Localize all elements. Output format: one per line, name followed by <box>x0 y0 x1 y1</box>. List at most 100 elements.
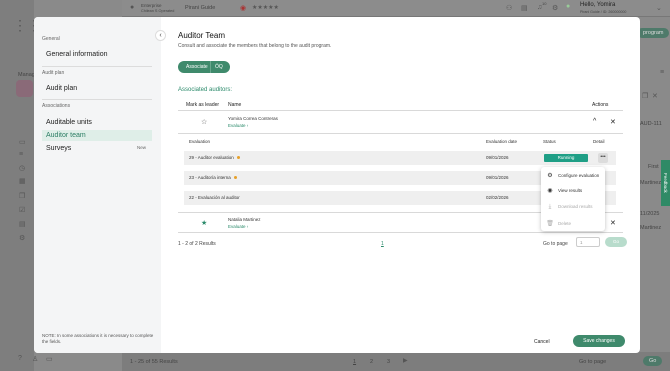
company-logo-icon: ● <box>130 4 135 11</box>
chevron-down-icon[interactable]: ⌄ <box>656 4 662 12</box>
column-evaluation-date: Evaluation date <box>486 139 518 144</box>
sidebar-note: NOTE: In some associations it is necessa… <box>42 333 154 344</box>
menu-icon[interactable]: ≡ <box>660 69 664 76</box>
bg-go-button[interactable]: Go <box>643 356 663 366</box>
page-link[interactable]: 1 <box>381 241 384 247</box>
auditor-name: Natalia Martinez <box>228 217 261 222</box>
guide-selector[interactable]: Pirani Guide <box>185 5 215 11</box>
download-icon: ⤓ <box>548 204 552 210</box>
column-status: Status <box>543 139 556 144</box>
doc-icon[interactable]: ▤ <box>521 4 528 12</box>
column-name: Name <box>228 102 242 108</box>
sidebar-item-auditable-units[interactable]: Auditable units <box>42 117 152 128</box>
rail-clock-icon[interactable]: ◷ <box>19 164 25 172</box>
help-icon[interactable]: ? <box>18 355 22 362</box>
evaluate-link[interactable]: Evaluate › <box>228 123 248 128</box>
rail-check-icon[interactable]: ☑ <box>19 206 25 214</box>
menu-download-results[interactable]: ⤓ Download results <box>546 204 593 211</box>
section-title: Associated auditors: <box>178 87 233 93</box>
rating-stars-icon: ★★★★★ <box>252 5 279 11</box>
program-pill[interactable]: program <box>637 28 670 38</box>
row-actions-menu: ⚙ Configure evaluation ◉ View results ⤓ Dow… <box>541 167 605 231</box>
more-options-icon[interactable]: ••• <box>598 153 608 163</box>
go-button[interactable]: Go <box>605 237 627 247</box>
column-mark-leader: Mark as leader <box>186 102 220 108</box>
section-audit-plan: Audit plan <box>42 70 65 76</box>
menu-delete[interactable]: 🗑 Delete <box>546 220 571 227</box>
evaluation-date: 02/02/2026 <box>486 195 509 200</box>
remove-icon[interactable]: ✕ <box>610 118 616 126</box>
goto-page-input[interactable]: 1 <box>576 237 600 247</box>
menu-view-results[interactable]: ◉ View results <box>546 187 582 194</box>
greeting: Hello, Yomira <box>580 2 616 8</box>
evaluate-link[interactable]: Evaluate › <box>228 224 248 229</box>
status-badge: Running <box>544 154 588 162</box>
user-icon[interactable]: ♙ <box>32 355 38 363</box>
user-avatar-icon[interactable]: ● <box>566 3 570 10</box>
split-divider <box>210 61 211 73</box>
rail-list-icon[interactable]: ≡ <box>19 151 23 158</box>
bg-close-icon[interactable]: ✕ <box>652 92 658 100</box>
column-evaluation: Evaluation <box>189 139 211 144</box>
module-avatar <box>16 80 33 97</box>
bg-goto: Go to page <box>579 359 607 365</box>
leader-star-icon[interactable]: ☆ <box>201 118 207 126</box>
divider <box>42 66 152 67</box>
bg-cell: 11/2025 <box>640 211 660 217</box>
next-page-icon[interactable]: ▶ <box>403 357 408 364</box>
page-subtitle: Consult and associate the members that b… <box>178 43 332 49</box>
save-changes-button[interactable]: Save changes <box>573 335 625 347</box>
settings-icon[interactable]: ⚙ <box>552 4 558 12</box>
rail-copy-icon[interactable]: ❐ <box>19 192 25 200</box>
rail-doc-icon[interactable]: ▤ <box>19 220 26 228</box>
modal-main: Auditor Team Consult and associate the m… <box>161 17 640 353</box>
left-rail <box>0 0 34 371</box>
divider <box>42 99 152 100</box>
card-icon[interactable]: ▭ <box>46 355 53 363</box>
leader-star-filled-icon[interactable]: ★ <box>201 219 207 227</box>
evaluation-row: 29 - Auditor evaluation 09/01/2026 Runni… <box>184 151 616 165</box>
sidebar-item-surveys[interactable]: Surveys New <box>42 143 152 154</box>
bg-page-link[interactable]: 2 <box>370 359 373 365</box>
user-sub: Pirani Guide / ID: 260000000 <box>580 10 627 14</box>
record-icon: ◉ <box>240 5 247 12</box>
notification-badge: 10 <box>542 1 547 6</box>
row-divider <box>178 232 623 233</box>
evaluation-date: 09/01/2026 <box>486 155 509 160</box>
evaluation-date: 09/01/2026 <box>486 175 509 180</box>
associate-dropdown-toggle[interactable]: ÓQ <box>215 61 223 73</box>
sidebar-item-auditor-team[interactable]: Auditor team <box>42 130 152 141</box>
company-name: Enterprise <box>141 3 162 8</box>
menu-configure-evaluation[interactable]: ⚙ Configure evaluation <box>546 172 599 179</box>
bg-page-link[interactable]: 3 <box>387 359 390 365</box>
bg-copy-icon[interactable]: ❐ <box>642 92 648 100</box>
sidebar-item-label: Surveys <box>46 145 72 152</box>
sidebar-item-audit-plan[interactable]: Audit plan <box>42 83 152 94</box>
bg-cell: Martinez <box>640 180 662 186</box>
rail-gear-icon[interactable]: ⚙ <box>19 234 25 242</box>
auditor-team-modal: General General information Audit plan A… <box>34 17 640 353</box>
remove-icon[interactable]: ✕ <box>610 219 616 227</box>
header-divider <box>178 110 623 111</box>
auditor-name: Yomira Correa Contreras <box>228 116 278 121</box>
sidebar-item-general-information[interactable]: General information <box>42 49 152 60</box>
bg-results: 1 - 25 of 55 Results <box>130 359 178 365</box>
page-title: Auditor Team <box>178 31 225 40</box>
feedback-tab[interactable]: Feedback <box>661 160 670 206</box>
associate-button[interactable]: Associate ÓQ <box>178 61 230 73</box>
chevron-up-icon[interactable]: ^ <box>593 118 596 125</box>
people-icon[interactable]: ⚇ <box>506 4 512 12</box>
bg-page-link[interactable]: 1 <box>353 359 356 365</box>
bg-cell: AUD-111 <box>640 121 662 127</box>
section-general: General <box>42 36 60 42</box>
column-actions: Actions <box>592 102 609 108</box>
column-detail: Detail <box>593 139 605 144</box>
new-badge: New <box>136 145 146 150</box>
eye-icon: ◉ <box>547 188 553 194</box>
bg-cell: First <box>648 164 659 170</box>
rail-chat-icon[interactable]: ▭ <box>19 138 26 146</box>
rail-grid-icon[interactable]: ▦ <box>19 177 26 185</box>
warning-dot <box>236 155 241 159</box>
cancel-button[interactable]: Cancel <box>534 339 550 345</box>
trash-icon: 🗑 <box>546 221 554 227</box>
